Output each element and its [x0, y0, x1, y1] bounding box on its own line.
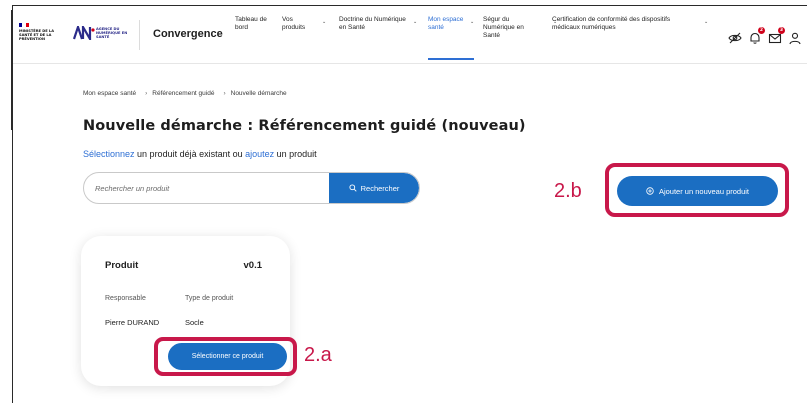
search-button[interactable]: Rechercher	[329, 173, 419, 203]
annotation-label-2a: 2.a	[304, 344, 332, 366]
page-title: Nouvelle démarche : Référencement guidé …	[83, 118, 526, 134]
nav-item-vos-produits[interactable]: Vos produits ⌄	[282, 16, 326, 64]
product-type-label: Type de produit	[185, 295, 234, 302]
plus-circle-icon	[646, 187, 654, 195]
government-logo-text: MINISTÈRE DE LA SANTÉ ET DE LA PRÉVENTIO…	[19, 29, 54, 42]
notification-badge: 2	[758, 27, 765, 34]
chevron-right-icon: ›	[223, 90, 226, 97]
search-input[interactable]	[84, 173, 330, 203]
subtitle-text-end: un produit	[274, 149, 317, 159]
brand-name[interactable]: Convergence	[153, 28, 223, 40]
nav-item-doctrine[interactable]: Doctrine du Numérique en Santé ⌄	[339, 16, 417, 64]
annotation-label-2b: 2.b	[554, 180, 582, 202]
add-product-button[interactable]: Ajouter un nouveau produit	[617, 176, 778, 206]
search-icon	[349, 184, 357, 192]
french-flag-icon	[19, 23, 29, 27]
eye-off-icon[interactable]	[728, 30, 742, 44]
chevron-down-icon: ⌄	[470, 19, 475, 25]
product-title: Produit	[105, 260, 139, 271]
select-link[interactable]: Sélectionnez	[83, 149, 135, 159]
agency-logo-text: AGENCE DU NUMÉRIQUE EN SANTÉ	[96, 27, 128, 39]
nav-item-label: Certification de conformité des disposit…	[552, 16, 671, 31]
product-version: v0.1	[243, 260, 263, 271]
browser-window: MINISTÈRE DE LA SANTÉ ET DE LA PRÉVENTIO…	[12, 5, 807, 403]
active-nav-underline	[428, 58, 474, 60]
add-product-label: Ajouter un nouveau produit	[658, 186, 750, 196]
mail-icon[interactable]: 3	[768, 27, 785, 44]
nav-item-tableau-de-bord[interactable]: Tableau de bord	[235, 16, 275, 64]
nav-item-certification[interactable]: Certification de conformité des disposit…	[552, 16, 708, 64]
nav-item-label: Doctrine du Numérique en Santé	[339, 16, 406, 31]
breadcrumb-item-referencement[interactable]: Référencement guidé	[152, 90, 214, 97]
subtitle-text: un produit déjà existant ou	[134, 149, 246, 159]
nav-item-mon-espace-sante[interactable]: Mon espace santé ⌄	[428, 16, 474, 64]
user-icon[interactable]	[788, 30, 802, 45]
agency-logo[interactable]: AGENCE DU NUMÉRIQUE EN SANTÉ	[72, 22, 131, 47]
breadcrumb-item-current: Nouvelle démarche	[230, 90, 287, 97]
nav-item-label: Vos produits	[282, 16, 306, 31]
background-window-edge	[0, 10, 12, 130]
chevron-right-icon: ›	[145, 90, 148, 97]
breadcrumb-item-mon-espace-sante[interactable]: Mon espace santé	[83, 90, 136, 97]
site-header: MINISTÈRE DE LA SANTÉ ET DE LA PRÉVENTIO…	[13, 6, 807, 64]
bell-icon[interactable]: 2	[748, 27, 765, 44]
ans-mark-icon	[72, 22, 95, 44]
responsable-label: Responsable	[105, 295, 146, 302]
nav-item-label: Mon espace santé	[428, 16, 464, 31]
search-button-label: Rechercher	[360, 183, 400, 193]
nav-item-label: Tableau de bord	[235, 16, 267, 31]
header-divider	[139, 20, 140, 50]
chevron-down-icon: ⌄	[413, 19, 418, 25]
responsable-value: Pierre DURAND	[105, 318, 160, 327]
nav-item-label: Ségur du Numérique en Santé	[483, 16, 524, 39]
chevron-down-icon: ⌄	[322, 19, 327, 25]
select-product-button[interactable]: Sélectionner ce produit	[168, 343, 287, 370]
message-badge: 3	[778, 27, 785, 34]
add-link[interactable]: ajoutez	[245, 149, 274, 159]
nav-item-segur[interactable]: Ségur du Numérique en Santé ⌄	[483, 16, 557, 64]
product-search: Rechercher	[83, 172, 420, 204]
page-subtitle: Sélectionnez un produit déjà existant ou…	[83, 149, 317, 159]
chevron-down-icon: ⌄	[704, 19, 709, 25]
breadcrumb: Mon espace santé › Référencement guidé › Nou…	[83, 90, 291, 97]
government-logo[interactable]: MINISTÈRE DE LA SANTÉ ET DE LA PRÉVENTIO…	[19, 23, 63, 47]
product-type-value: Socle	[185, 318, 204, 327]
